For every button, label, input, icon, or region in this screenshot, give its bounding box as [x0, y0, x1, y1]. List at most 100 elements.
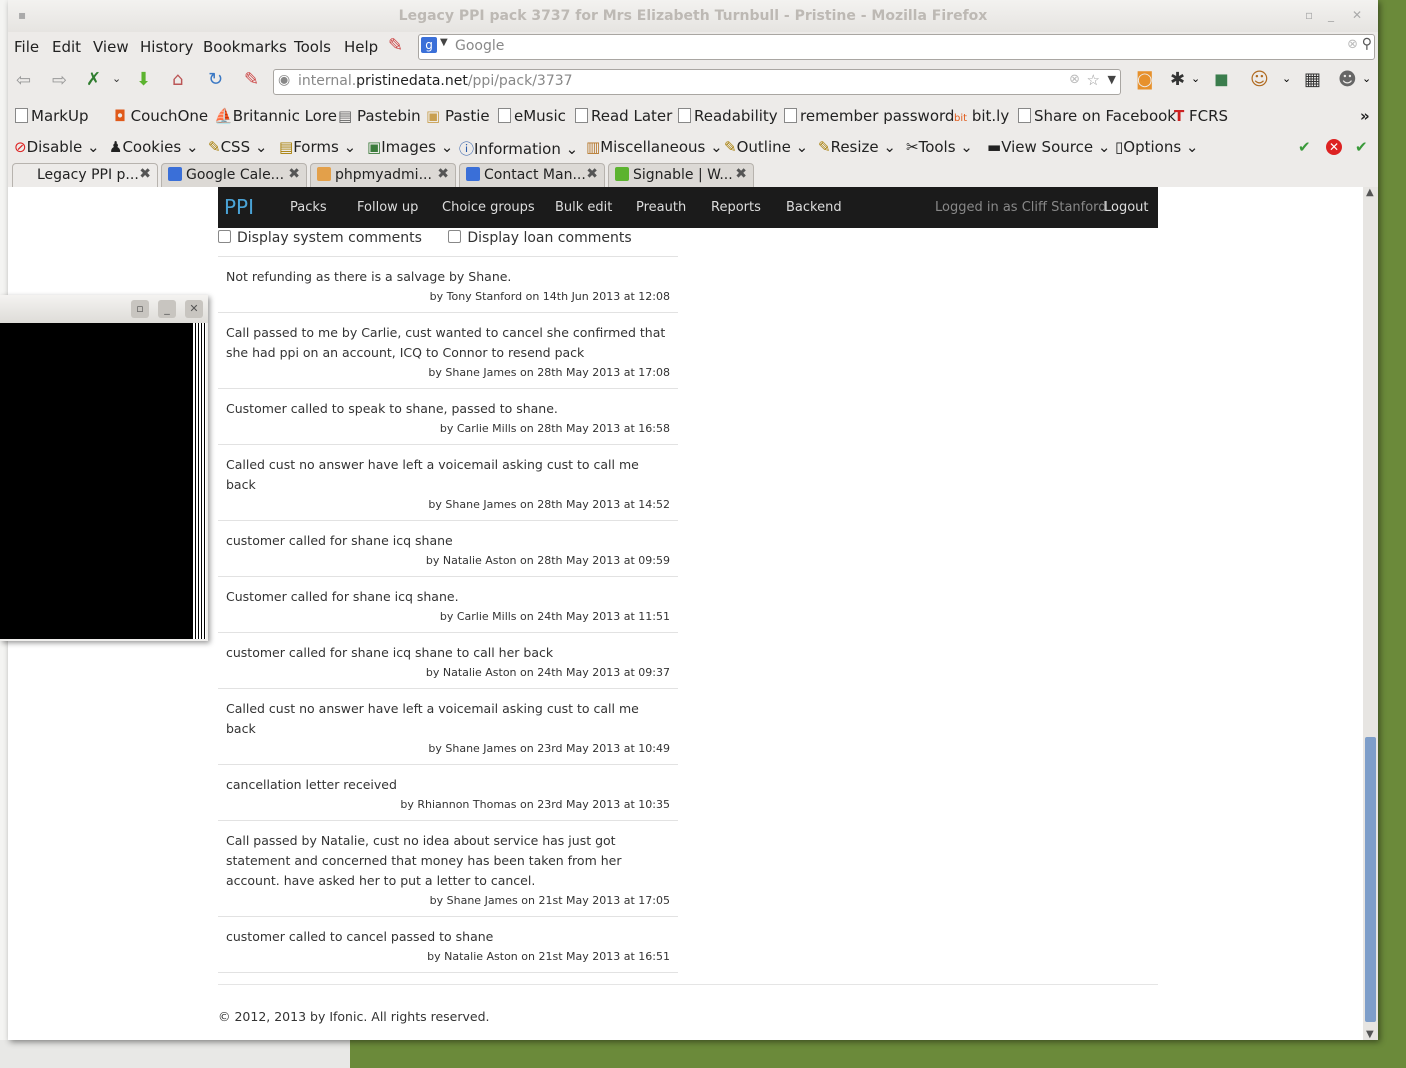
scroll-up-icon[interactable]: ▲	[1366, 187, 1374, 198]
close-tab-icon[interactable]: ✖	[586, 166, 598, 182]
chevron-down-icon[interactable]: ▼	[1108, 73, 1116, 86]
reload-icon[interactable]: ↻	[208, 69, 223, 90]
nav-bulk-edit[interactable]: Bulk edit	[555, 200, 612, 215]
nav-backend[interactable]: Backend	[786, 200, 842, 215]
devtool-images[interactable]: ▣Images ⌄	[367, 138, 453, 156]
bookmark-pastebin[interactable]: ▤ Pastebin	[338, 107, 421, 125]
devtool-resize[interactable]: ✎Resize ⌄	[818, 138, 896, 156]
url-bar[interactable]: ◉ internal.pristinedata.net/ppi/pack/373…	[273, 69, 1121, 95]
tab-legacy-ppi[interactable]: Legacy PPI p... ✖	[12, 163, 158, 187]
devtool-miscellaneous[interactable]: ▥Miscellaneous ⌄	[586, 138, 723, 156]
css-valid-icon[interactable]: ✔	[1298, 138, 1311, 156]
chevron-down-icon[interactable]: ⌄	[112, 72, 121, 85]
greasemonkey-icon[interactable]: ☺	[1250, 69, 1269, 90]
devtool-cookies[interactable]: ♟Cookies ⌄	[109, 138, 199, 156]
menu-help[interactable]: Help	[344, 38, 378, 56]
tab-contact-manager[interactable]: Contact Man... ✖	[459, 163, 605, 187]
google-icon[interactable]: g	[421, 37, 437, 53]
popup-titlebar[interactable]: ▫ _ ✕	[0, 295, 208, 323]
pencil-icon[interactable]: ✎	[388, 35, 403, 56]
bookmark-britannic-lore[interactable]: ⛵Britannic Lore	[214, 107, 337, 125]
back-icon[interactable]: ⇦	[16, 70, 31, 91]
search-input[interactable]: Google	[455, 38, 504, 54]
chevron-right-icon[interactable]: »	[1360, 107, 1370, 125]
tab-signable[interactable]: Signable | W... ✖	[608, 163, 754, 187]
scroll-down-icon[interactable]: ▼	[1366, 1029, 1374, 1040]
chevron-down-icon[interactable]: ⌄	[1282, 72, 1291, 85]
js-valid-icon[interactable]: ✔	[1355, 138, 1368, 156]
addon-icon[interactable]: ☻	[1338, 69, 1357, 90]
menu-history[interactable]: History	[140, 38, 193, 56]
close-tab-icon[interactable]: ✖	[139, 166, 151, 182]
chevron-down-icon[interactable]: ⌄	[1362, 72, 1371, 85]
minimize-icon[interactable]: _	[1328, 8, 1334, 22]
close-icon[interactable]: ✕	[1352, 8, 1362, 22]
error-icon[interactable]: ✕	[1326, 139, 1342, 155]
loan-comments-toggle[interactable]: Display loan comments	[448, 230, 632, 246]
evernote-icon[interactable]: ◼	[1214, 69, 1229, 90]
tab-phpmyadmin[interactable]: phpmyadmi... ✖	[310, 163, 456, 187]
nav-reports[interactable]: Reports	[711, 200, 761, 215]
system-comments-toggle[interactable]: Display system comments	[218, 230, 422, 246]
close-tab-icon[interactable]: ✖	[288, 166, 300, 182]
devtool-disable[interactable]: ⊘Disable ⌄	[14, 138, 100, 156]
chevron-down-icon[interactable]: ⌄	[1191, 72, 1200, 85]
nav-packs[interactable]: Packs	[290, 200, 327, 215]
site-brand[interactable]: PPI	[224, 195, 254, 219]
tab-google-calendar[interactable]: Google Cale... ✖	[161, 163, 307, 187]
system-comments-checkbox[interactable]	[218, 230, 231, 243]
menu-bookmarks[interactable]: Bookmarks	[203, 38, 287, 56]
bookmark-pastie[interactable]: ▣ Pastie	[426, 107, 490, 125]
bookmark-remember-password[interactable]: remember password	[784, 107, 954, 125]
bookmark-bitly[interactable]: bit bit.ly	[954, 107, 1009, 125]
search-box[interactable]: g ▼ Google ⊗ ⚲	[418, 34, 1375, 60]
devtool-options[interactable]: ▯Options ⌄	[1115, 138, 1199, 156]
restore-icon[interactable]: ▫	[131, 300, 149, 318]
home-icon[interactable]: ⌂	[172, 69, 183, 90]
devtool-view-source[interactable]: ▬View Source ⌄	[987, 138, 1110, 156]
bookmark-couchone[interactable]: ◘ CouchOne	[114, 107, 208, 125]
clear-icon[interactable]: ⊗	[1347, 37, 1358, 52]
comment-item: customer called to cancel passed to shan…	[218, 916, 678, 972]
chevron-down-icon[interactable]: ▼	[440, 37, 448, 48]
bookmark-star-icon[interactable]: ☆	[1087, 71, 1100, 89]
bookmark-markup[interactable]: MarkUp	[15, 107, 89, 125]
close-icon[interactable]: ✕	[185, 300, 203, 318]
bug-icon[interactable]: ✱	[1170, 69, 1185, 90]
search-icon[interactable]: ⚲	[1362, 36, 1372, 52]
menu-tools[interactable]: Tools	[294, 38, 331, 56]
devtool-tools[interactable]: ✂Tools ⌄	[906, 138, 973, 156]
maximize-icon[interactable]: ▫	[1305, 8, 1313, 22]
eraser-icon[interactable]: ✎	[244, 69, 259, 90]
download-icon[interactable]: ⬇	[136, 69, 151, 90]
devtool-css[interactable]: ✎CSS ⌄	[208, 138, 267, 156]
loan-comments-checkbox[interactable]	[448, 230, 462, 243]
bookmark-emusic[interactable]: eMusic	[498, 107, 566, 125]
devtool-information[interactable]: ⓘInformation ⌄	[459, 138, 578, 159]
close-tab-icon[interactable]: ✖	[437, 166, 449, 182]
forward-icon[interactable]: ⇨	[52, 70, 67, 91]
menu-file[interactable]: File	[14, 38, 39, 56]
floating-terminal-window[interactable]: ▫ _ ✕	[0, 295, 208, 641]
bookmark-share-on-facebook[interactable]: Share on Facebook	[1018, 107, 1176, 125]
scrollbar-thumb[interactable]	[1365, 737, 1376, 1022]
vertical-scrollbar[interactable]: ▲ ▼	[1363, 187, 1378, 1040]
bookmark-read-later[interactable]: Read Later	[575, 107, 672, 125]
nav-follow-up[interactable]: Follow up	[357, 200, 418, 215]
bookmark-readability[interactable]: Readability	[678, 107, 778, 125]
close-tab-icon[interactable]: ✖	[735, 166, 747, 182]
devtool-outline[interactable]: ✎Outline ⌄	[724, 138, 808, 156]
bookmark-fcrs[interactable]: T FCRS	[1174, 107, 1228, 125]
site-identity-icon[interactable]: ◉	[278, 72, 290, 88]
stop-icon[interactable]: ✗	[86, 69, 101, 90]
menu-view[interactable]: View	[93, 38, 129, 56]
menu-edit[interactable]: Edit	[52, 38, 81, 56]
nav-choice-groups[interactable]: Choice groups	[442, 200, 535, 215]
grid-icon[interactable]: ▦	[1304, 69, 1321, 90]
clear-url-icon[interactable]: ⊗	[1069, 72, 1080, 87]
nav-preauth[interactable]: Preauth	[636, 200, 686, 215]
logout-link[interactable]: Logout	[1104, 200, 1149, 215]
rss-icon[interactable]: ◙	[1136, 69, 1153, 90]
minimize-icon[interactable]: _	[158, 300, 176, 318]
devtool-forms[interactable]: ▤Forms ⌄	[279, 138, 356, 156]
